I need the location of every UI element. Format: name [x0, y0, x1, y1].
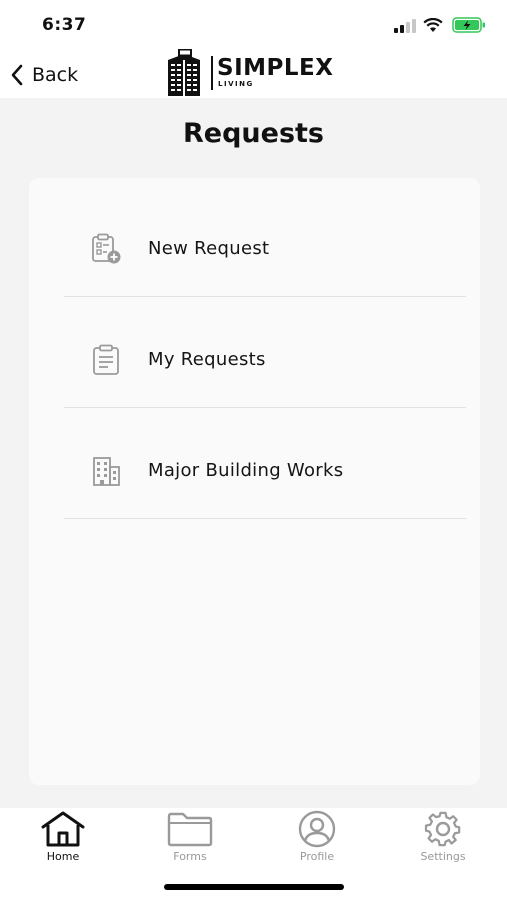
- nav-bar: Back SIMPLEX LIVING: [0, 49, 507, 98]
- simplex-logo: SIMPLEX LIVING: [160, 49, 360, 98]
- folder-icon: [167, 812, 213, 847]
- tab-label: Settings: [420, 850, 466, 863]
- status-icons: [394, 17, 489, 35]
- building-logo-icon: [168, 49, 200, 96]
- chevron-left-icon: [11, 64, 23, 86]
- tab-profile[interactable]: Profile: [267, 810, 367, 870]
- page-title: Requests: [182, 118, 324, 149]
- signal-icon: [394, 19, 416, 33]
- tab-home[interactable]: Home: [13, 810, 113, 870]
- menu-item-label: Major Building Works: [148, 460, 344, 481]
- tab-label: Forms: [173, 850, 207, 863]
- tab-label: Profile: [299, 850, 335, 863]
- status-bar: 6:37: [0, 0, 507, 50]
- logo-divider: [211, 56, 213, 90]
- back-label: Back: [32, 64, 79, 86]
- status-time: 6:37: [42, 15, 87, 35]
- home-icon: [41, 811, 85, 847]
- wifi-icon: [423, 18, 443, 32]
- profile-icon: [298, 810, 336, 848]
- tab-settings[interactable]: Settings: [393, 810, 493, 870]
- menu-item-new-request[interactable]: New Request: [64, 186, 466, 297]
- clipboard-add-icon: [92, 233, 121, 264]
- menu-item-my-requests[interactable]: My Requests: [64, 297, 466, 408]
- back-button[interactable]: Back: [10, 58, 78, 92]
- building-icon: [93, 457, 120, 486]
- requests-card: New Request My Requests Major Building W…: [29, 178, 480, 785]
- clipboard-list-icon: [93, 344, 119, 375]
- menu-item-label: My Requests: [148, 349, 266, 370]
- tab-label: Home: [46, 850, 80, 863]
- home-indicator: [164, 884, 344, 890]
- battery-icon: [452, 17, 485, 33]
- gear-icon: [424, 811, 461, 847]
- menu-item-major-building-works[interactable]: Major Building Works: [64, 408, 466, 519]
- logo-subtitle: LIVING: [218, 80, 254, 88]
- tab-forms[interactable]: Forms: [140, 810, 240, 870]
- menu-item-label: New Request: [148, 238, 270, 259]
- logo-wordmark: SIMPLEX: [217, 55, 334, 81]
